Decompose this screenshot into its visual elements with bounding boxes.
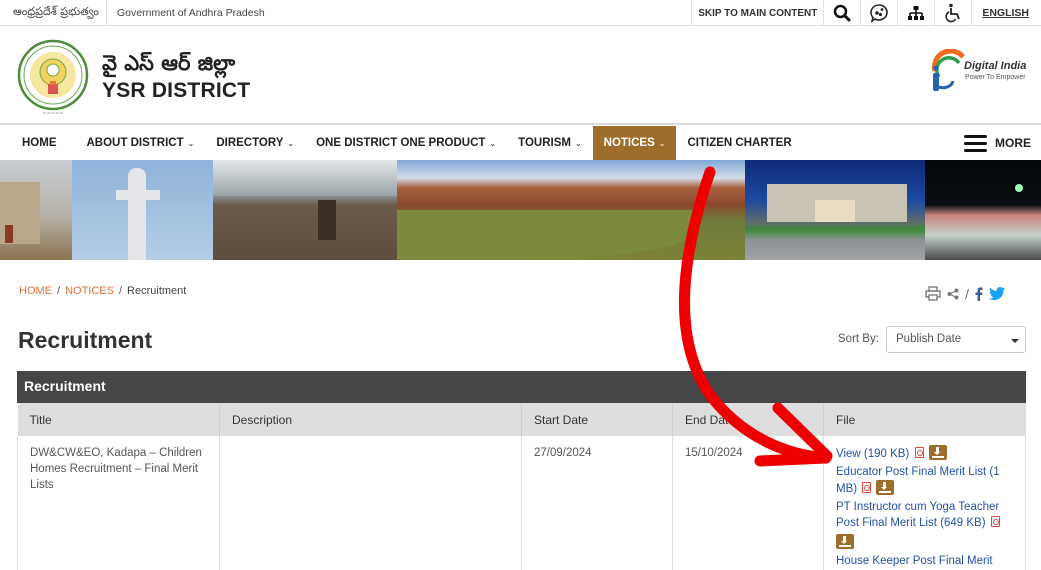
site-title[interactable]: YSR DISTRICT xyxy=(102,79,250,103)
table-header-row: Title Description Start Date End Date Fi… xyxy=(17,403,1026,436)
nav-label: ABOUT DISTRICT xyxy=(86,137,184,149)
file-link-house-keeper-merit-list[interactable]: House Keeper Post Final Merit xyxy=(836,555,993,567)
cell-description xyxy=(219,436,522,570)
file-item: House Keeper Post Final Merit xyxy=(836,553,1013,569)
banner-image-gandikota-canyon xyxy=(397,160,745,260)
share-separator: / xyxy=(965,286,970,301)
print-icon[interactable] xyxy=(925,286,941,301)
download-button[interactable] xyxy=(928,445,947,460)
top-utility-bar: ఆంధ్రప్రదేశ్ ప్రభుత్వం Government of And… xyxy=(0,0,1041,26)
nav-label: DIRECTORY xyxy=(216,137,284,149)
pdf-icon xyxy=(862,482,872,493)
accessibility-icon xyxy=(945,3,961,23)
twitter-icon[interactable] xyxy=(989,287,1006,300)
page-title: Recruitment xyxy=(18,327,153,353)
sort-by-select[interactable]: Publish Date xyxy=(886,326,1026,353)
accessibility-button[interactable] xyxy=(934,0,971,26)
social-media-icon xyxy=(870,4,889,23)
gov-english-label: Government of Andhra Pradesh xyxy=(117,6,265,19)
column-header-title[interactable]: Title xyxy=(17,403,220,436)
digital-india-tagline: Power To Empower xyxy=(965,74,1026,81)
digital-india-text: Digital India xyxy=(964,60,1027,72)
social-media-button[interactable] xyxy=(860,0,897,26)
facebook-icon[interactable] xyxy=(975,286,983,301)
banner-image-dargah xyxy=(925,160,1041,260)
file-link-educator-merit-list[interactable]: Educator Post Final Merit List (1 MB) xyxy=(836,466,1000,495)
sort-by-value: Publish Date xyxy=(896,333,962,345)
site-header: ~~~~~ వై ఎస్ ఆర్ జిల్లా YSR DISTRICT Dig… xyxy=(0,27,1041,125)
more-label: MORE xyxy=(995,136,1031,150)
file-link-pt-instructor-merit-list[interactable]: PT Instructor cum Yoga Teacher Post Fina… xyxy=(836,501,999,529)
nav-item-notices[interactable]: NOTICES ⌄ xyxy=(592,126,677,160)
svg-text:~~~~~: ~~~~~ xyxy=(43,111,64,117)
sort-by-label: Sort By: xyxy=(838,333,879,345)
nav-label: CITIZEN CHARTER xyxy=(687,137,792,149)
more-menu-button[interactable]: MORE xyxy=(964,126,1031,160)
breadcrumb-home-link[interactable]: HOME xyxy=(19,285,52,297)
download-button[interactable] xyxy=(876,480,895,495)
cell-title: DW&CW&EO, Kadapa – Children Homes Recrui… xyxy=(17,436,220,570)
language-english-link[interactable]: ENGLISH xyxy=(971,0,1041,26)
nav-item-one-district-one-product[interactable]: ONE DISTRICT ONE PRODUCT ⌄ xyxy=(305,126,507,160)
file-item: View (190 KB) xyxy=(836,445,1013,462)
recruitment-table: Title Description Start Date End Date Fi… xyxy=(17,403,1026,570)
chevron-down-icon: ⌄ xyxy=(287,138,295,148)
chevron-down-icon: ⌄ xyxy=(658,138,666,148)
column-header-file: File xyxy=(823,403,1026,436)
table-caption: Recruitment xyxy=(17,371,1026,403)
table-row: DW&CW&EO, Kadapa – Children Homes Recrui… xyxy=(17,436,1026,570)
nav-label: HOME xyxy=(22,137,57,149)
nav-item-directory[interactable]: DIRECTORY ⌄ xyxy=(205,126,305,160)
download-button[interactable] xyxy=(836,534,854,549)
breadcrumb-current: Recruitment xyxy=(127,285,187,297)
banner-image-fort xyxy=(213,160,397,260)
sitemap-button[interactable] xyxy=(897,0,934,26)
nav-item-citizen-charter[interactable]: CITIZEN CHARTER xyxy=(676,126,802,160)
nav-item-tourism[interactable]: TOURISM ⌄ xyxy=(507,126,593,160)
nav-item-about-district[interactable]: ABOUT DISTRICT ⌄ xyxy=(76,126,206,160)
chevron-down-icon: ⌄ xyxy=(187,138,195,148)
gov-telugu-label: ఆంధ్రప్రదేశ్ ప్రభుత్వం xyxy=(0,0,108,26)
digital-india-logo[interactable]: Digital India Power To Empower xyxy=(927,48,1035,94)
file-link-view[interactable]: View (190 KB) xyxy=(836,448,909,460)
banner-image-building xyxy=(0,160,72,260)
skip-to-main-content-link[interactable]: SKIP TO MAIN CONTENT xyxy=(691,0,823,26)
nav-label: NOTICES xyxy=(603,137,655,149)
nav-item-home[interactable]: HOME xyxy=(0,126,76,160)
pdf-icon xyxy=(990,516,1000,527)
banner-image-strip xyxy=(0,160,1041,260)
sitemap-icon xyxy=(908,6,925,20)
breadcrumb-notices-link[interactable]: NOTICES xyxy=(65,285,114,297)
chevron-down-icon: ⌄ xyxy=(489,138,497,148)
digital-india-emblem-icon xyxy=(932,48,965,91)
breadcrumb-separator: / xyxy=(118,285,123,297)
search-icon xyxy=(834,4,851,22)
nav-label: TOURISM xyxy=(518,137,571,149)
pdf-icon xyxy=(914,447,924,458)
site-title-telugu: వై ఎస్ ఆర్ జిల్లా xyxy=(102,51,236,75)
dropdown-caret-icon xyxy=(1011,339,1019,343)
chevron-down-icon: ⌄ xyxy=(574,138,582,148)
nav-label: ONE DISTRICT ONE PRODUCT xyxy=(316,137,486,149)
column-header-start-date[interactable]: Start Date xyxy=(521,403,673,436)
hamburger-icon xyxy=(964,134,987,152)
column-header-end-date[interactable]: End Date xyxy=(672,403,824,436)
cell-start-date: 27/09/2024 xyxy=(521,436,673,570)
file-item: PT Instructor cum Yoga Teacher Post Fina… xyxy=(836,499,1013,551)
breadcrumb-separator: / xyxy=(57,285,61,297)
main-navigation: HOME ABOUT DISTRICT ⌄ DIRECTORY ⌄ ONE DIST… xyxy=(0,126,1041,160)
file-item: Educator Post Final Merit List (1 MB) xyxy=(836,464,1013,497)
share-tools: / xyxy=(925,286,1006,301)
ap-state-emblem-logo[interactable]: ~~~~~ xyxy=(17,38,89,118)
share-icon[interactable] xyxy=(947,288,959,300)
breadcrumb: HOME / NOTICES / Recruitment xyxy=(19,285,186,297)
cell-files: View (190 KB) Educator Post Final Merit … xyxy=(823,436,1026,570)
banner-image-statue xyxy=(72,160,213,260)
search-button[interactable] xyxy=(823,0,860,26)
cell-end-date: 15/10/2024 xyxy=(672,436,824,570)
banner-image-collectorate xyxy=(745,160,925,260)
column-header-description: Description xyxy=(219,403,522,436)
